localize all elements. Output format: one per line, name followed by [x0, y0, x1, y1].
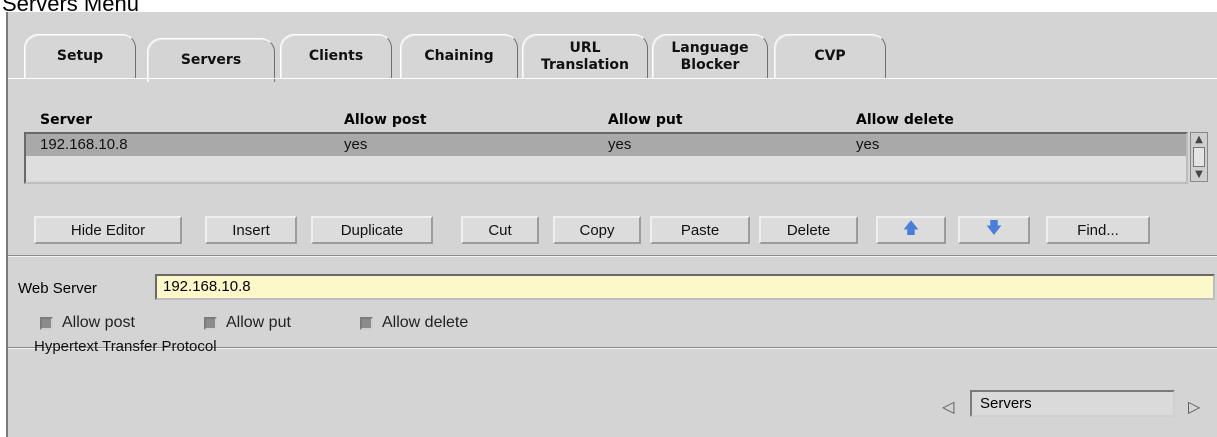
scroll-thumb[interactable]	[1193, 147, 1205, 167]
hide-editor-button[interactable]: Hide Editor	[34, 216, 182, 244]
list-scrollbar[interactable]: ▲ ▼	[1190, 132, 1208, 182]
checkbox-label: Allow delete	[382, 314, 469, 331]
col-header-allow-post[interactable]: Allow post	[344, 112, 427, 128]
tab-servers[interactable]: Servers	[147, 38, 275, 82]
nav-prev-icon[interactable]: ◁	[942, 397, 954, 416]
col-header-server[interactable]: Server	[40, 112, 92, 128]
tab-language-blocker[interactable]: Language Blocker	[652, 34, 768, 78]
tab-cvp[interactable]: CVP	[774, 34, 886, 78]
cell-allow-delete: yes	[856, 136, 880, 153]
col-header-allow-put[interactable]: Allow put	[608, 112, 683, 128]
tab-divider	[8, 78, 1217, 79]
cell-allow-put: yes	[608, 136, 632, 153]
config-window: Setup Servers Clients Chaining URL Trans…	[6, 12, 1217, 437]
insert-button[interactable]: Insert	[205, 216, 297, 244]
col-header-allow-delete[interactable]: Allow delete	[856, 112, 954, 128]
list-empty-area[interactable]	[26, 156, 1186, 180]
editor-divider	[8, 255, 1217, 257]
status-text: Hypertext Transfer Protocol	[34, 338, 217, 355]
allow-put-checkbox[interactable]: Allow put	[204, 312, 291, 334]
arrow-up-icon: 🡅	[902, 219, 920, 237]
arrow-down-icon: 🡇	[985, 219, 1003, 237]
paste-button[interactable]: Paste	[650, 216, 750, 244]
move-down-button[interactable]: 🡇	[958, 216, 1030, 244]
nav-next-icon[interactable]: ▷	[1188, 397, 1200, 416]
scroll-down-icon[interactable]: ▼	[1193, 169, 1205, 180]
nav-selector[interactable]: Servers	[970, 390, 1175, 417]
list-header: Server Allow post Allow put Allow delete	[8, 110, 1217, 132]
allow-delete-checkbox[interactable]: Allow delete	[360, 312, 468, 334]
tab-url-translation[interactable]: URL Translation	[522, 34, 648, 78]
servers-panel: Server Allow post Allow put Allow delete…	[8, 84, 1217, 437]
tab-url-translation-label: URL Translation	[541, 39, 629, 73]
cell-allow-post: yes	[344, 136, 368, 153]
tab-chaining[interactable]: Chaining	[400, 34, 518, 78]
tab-setup[interactable]: Setup	[24, 34, 136, 78]
tab-clients[interactable]: Clients	[280, 34, 392, 78]
checkbox-label: Allow put	[226, 314, 291, 331]
cell-server: 192.168.10.8	[40, 136, 128, 153]
table-row[interactable]: 192.168.10.8 yes yes yes	[26, 134, 1186, 156]
copy-button[interactable]: Copy	[553, 216, 641, 244]
delete-button[interactable]: Delete	[759, 216, 858, 244]
duplicate-button[interactable]: Duplicate	[311, 216, 433, 244]
move-up-button[interactable]: 🡅	[876, 216, 946, 244]
find-button[interactable]: Find...	[1046, 216, 1150, 244]
cut-button[interactable]: Cut	[461, 216, 539, 244]
checkbox-box[interactable]	[360, 316, 373, 330]
scroll-up-icon[interactable]: ▲	[1193, 134, 1205, 145]
tab-language-blocker-label: Language Blocker	[671, 39, 749, 73]
web-server-input[interactable]: 192.168.10.8	[155, 274, 1215, 300]
server-list[interactable]: 192.168.10.8 yes yes yes	[24, 132, 1188, 184]
